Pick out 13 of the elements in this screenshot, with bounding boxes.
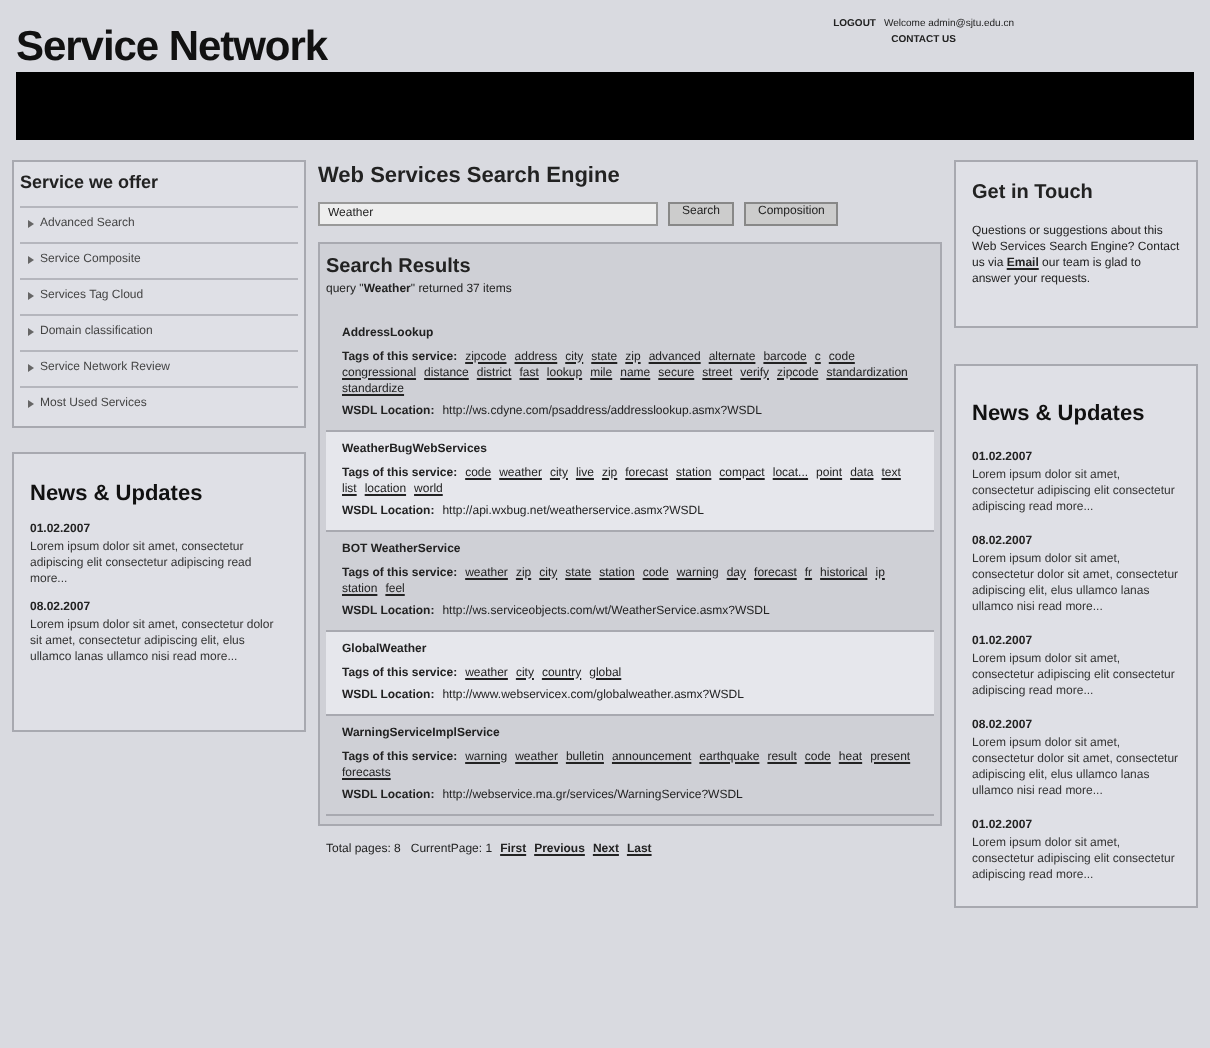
bullet-icon: [28, 364, 34, 372]
bullet-icon: [28, 220, 34, 228]
panel-title: Service we offer: [20, 170, 161, 196]
results-title: Search Results: [326, 253, 473, 281]
news-title: News & Updates: [30, 479, 205, 509]
news-title: News & Updates: [972, 400, 1147, 430]
bullet-icon: [28, 328, 34, 336]
contact-title: Get in Touch: [972, 180, 1095, 208]
bullet-icon: [28, 256, 34, 264]
bullet-icon: [28, 292, 34, 300]
site-title: Service Network: [16, 22, 328, 74]
bullet-icon: [28, 400, 34, 408]
search-title: Web Services Search Engine: [318, 162, 622, 192]
